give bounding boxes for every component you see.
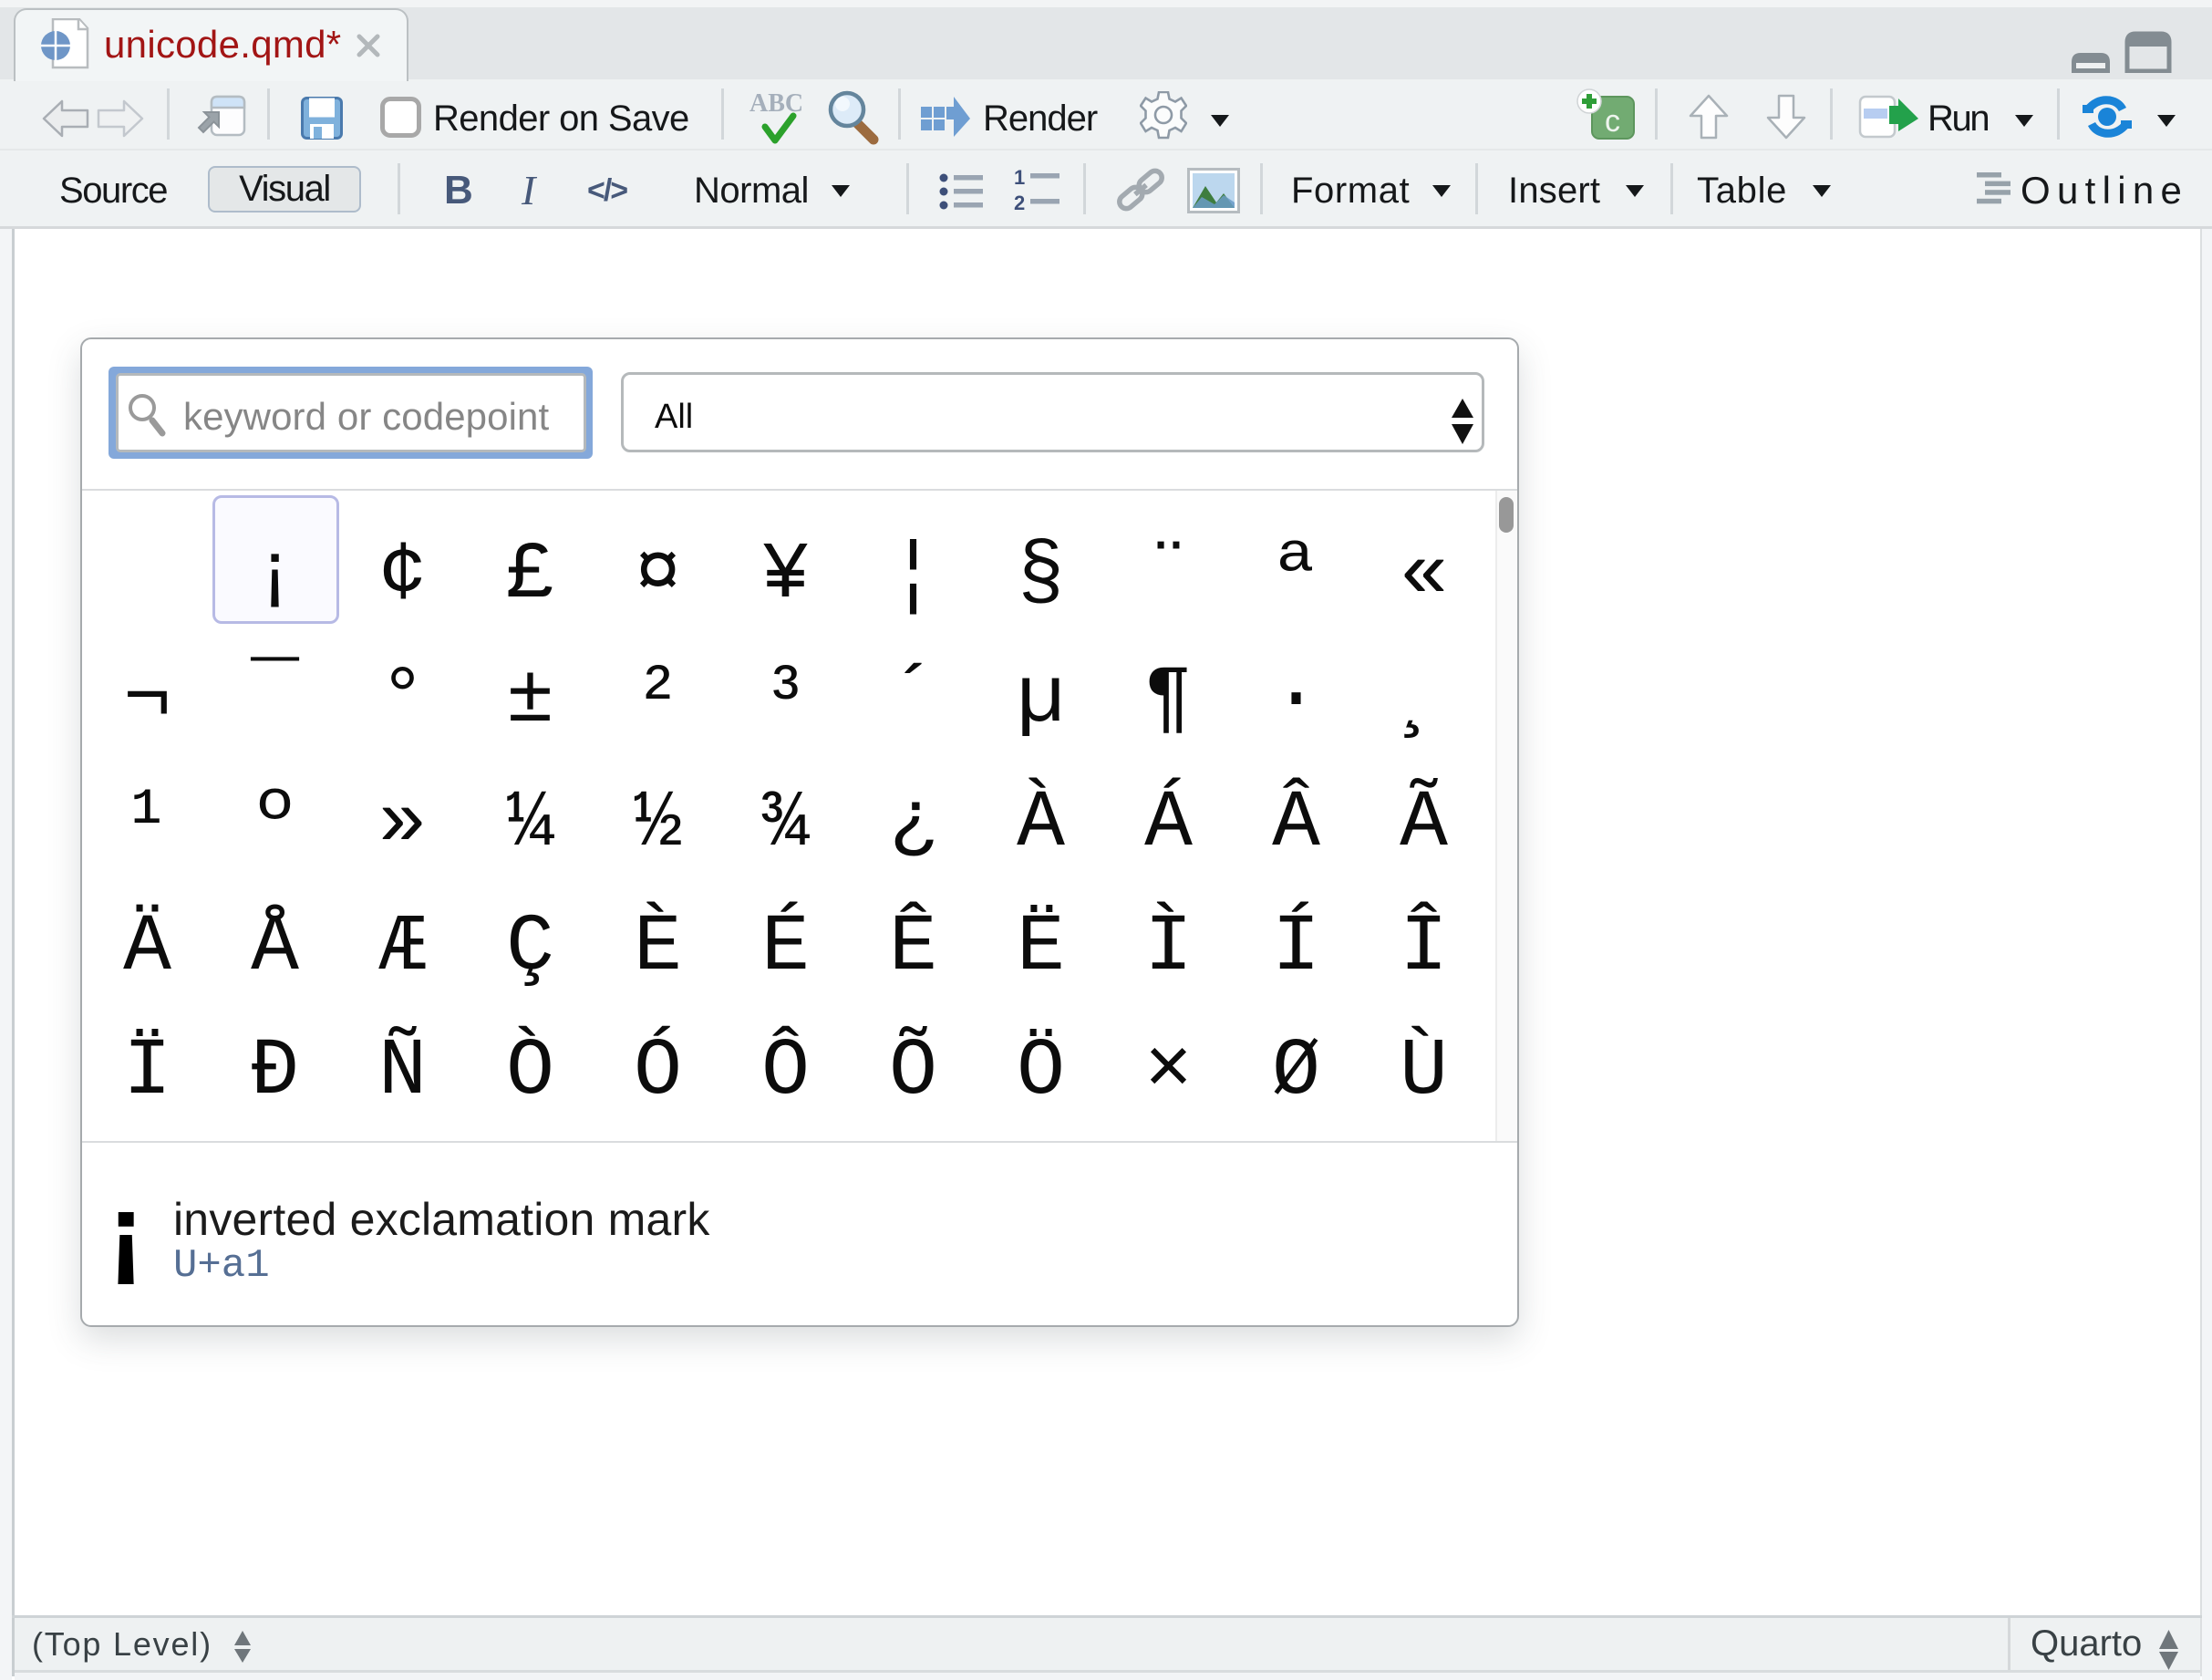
svg-text:1: 1 xyxy=(1014,168,1025,189)
svg-text:c: c xyxy=(1605,104,1620,139)
svg-text:2: 2 xyxy=(1014,192,1025,214)
